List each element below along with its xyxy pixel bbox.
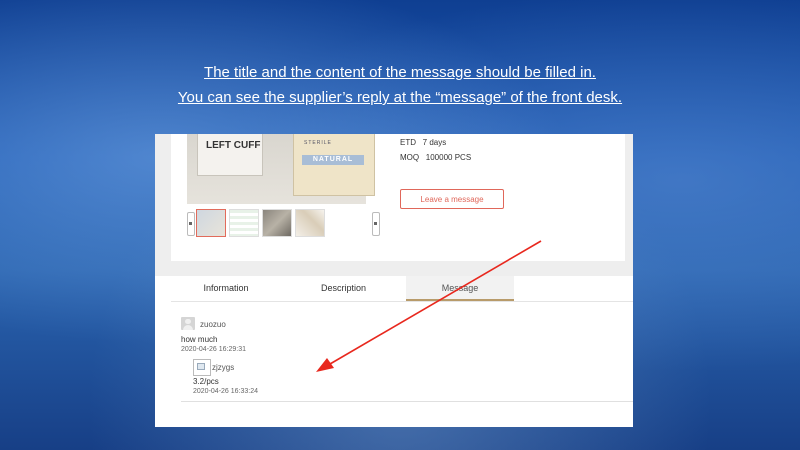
red-pointer-arrow [316,240,542,372]
arrow-shaft [329,240,542,365]
arrow-head-icon [316,358,334,372]
